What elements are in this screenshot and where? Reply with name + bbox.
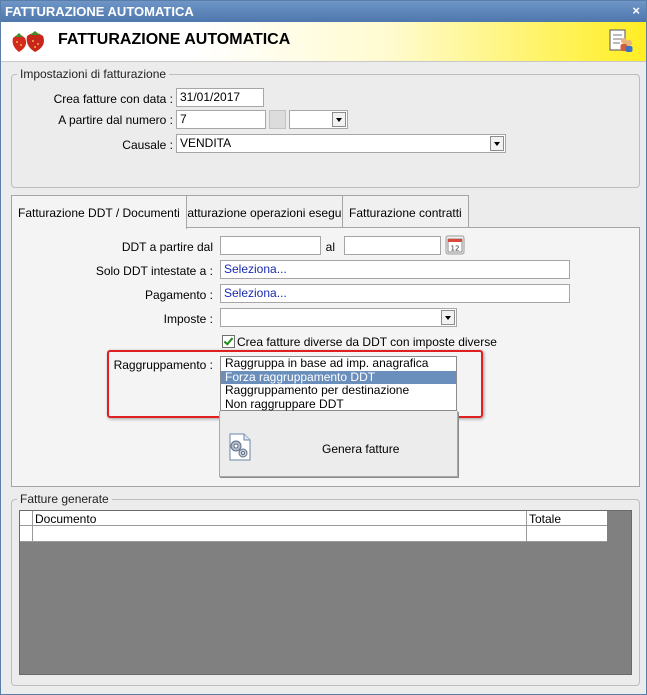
date-field[interactable]: 31/01/2017: [176, 88, 264, 107]
chevron-down-icon[interactable]: [332, 112, 346, 127]
from-number-label: A partire dal numero :: [58, 113, 173, 127]
genera-fatture-button[interactable]: Genera fatture: [219, 411, 458, 477]
checkmark-icon: [223, 335, 234, 346]
invoice-window: FATTURAZIONE AUTOMATICA × FATTURAZIONE A…: [0, 0, 647, 695]
results-grid[interactable]: Documento Totale: [19, 510, 632, 675]
results-legend: Fatture generate: [17, 492, 112, 506]
column-header-totale[interactable]: Totale: [529, 512, 561, 526]
causale-label: Causale :: [122, 138, 173, 152]
tab-operazioni-eseguite[interactable]: Fatturazione operazioni eseguite: [173, 195, 362, 228]
table-row[interactable]: [20, 526, 607, 542]
window-title: FATTURAZIONE AUTOMATICA: [5, 4, 194, 19]
chevron-down-icon[interactable]: [490, 136, 504, 151]
tab-ddt-documenti[interactable]: Fatturazione DDT / Documenti: [11, 195, 187, 229]
pagamento-field[interactable]: Seleziona...: [220, 284, 570, 303]
page-header: FATTURAZIONE AUTOMATICA: [1, 22, 646, 62]
date-label: Crea fatture con data :: [53, 92, 173, 106]
number-suffix-select[interactable]: [289, 110, 348, 129]
settings-legend: Impostazioni di fatturazione: [17, 67, 170, 81]
diverse-checkbox[interactable]: [222, 335, 235, 348]
highlight-frame: [107, 350, 483, 418]
users-document-icon[interactable]: [608, 28, 634, 54]
causale-select[interactable]: VENDITA: [176, 134, 506, 153]
ddt-to-label: al: [325, 240, 335, 254]
svg-text:12: 12: [451, 245, 460, 253]
column-separator: [526, 526, 527, 541]
results-grid-header: Documento Totale: [20, 511, 607, 526]
imposte-select[interactable]: [220, 308, 457, 327]
calendar-icon[interactable]: 12: [445, 235, 465, 255]
title-bar[interactable]: FATTURAZIONE AUTOMATICA ×: [1, 1, 646, 22]
column-separator: [526, 511, 527, 525]
from-number-field[interactable]: 7: [176, 110, 266, 129]
close-icon[interactable]: ×: [632, 3, 640, 18]
column-header-documento[interactable]: Documento: [35, 512, 96, 526]
solo-ddt-field[interactable]: Seleziona...: [220, 260, 570, 279]
tab-contratti[interactable]: Fatturazione contratti: [342, 195, 469, 228]
page-title: FATTURAZIONE AUTOMATICA: [58, 31, 291, 48]
ddt-to-field[interactable]: [344, 236, 441, 255]
pagamento-label: Pagamento :: [144, 288, 213, 302]
strawberry-logo-icon: [12, 31, 44, 52]
genera-fatture-label: Genera fatture: [322, 442, 400, 456]
ddt-from-label: DDT a partire dal: [121, 240, 213, 254]
causale-value: VENDITA: [180, 136, 232, 150]
chevron-down-icon[interactable]: [441, 310, 455, 325]
diverse-checkbox-label[interactable]: Crea fatture diverse da DDT con imposte …: [237, 335, 497, 349]
solo-ddt-label: Solo DDT intestate a :: [95, 264, 213, 278]
imposte-label: Imposte :: [163, 312, 213, 326]
number-spacer: [269, 110, 286, 129]
gear-document-icon: [229, 433, 251, 461]
row-indicator-separator: [32, 526, 33, 541]
row-indicator-separator: [32, 511, 33, 525]
ddt-from-field[interactable]: [220, 236, 321, 255]
